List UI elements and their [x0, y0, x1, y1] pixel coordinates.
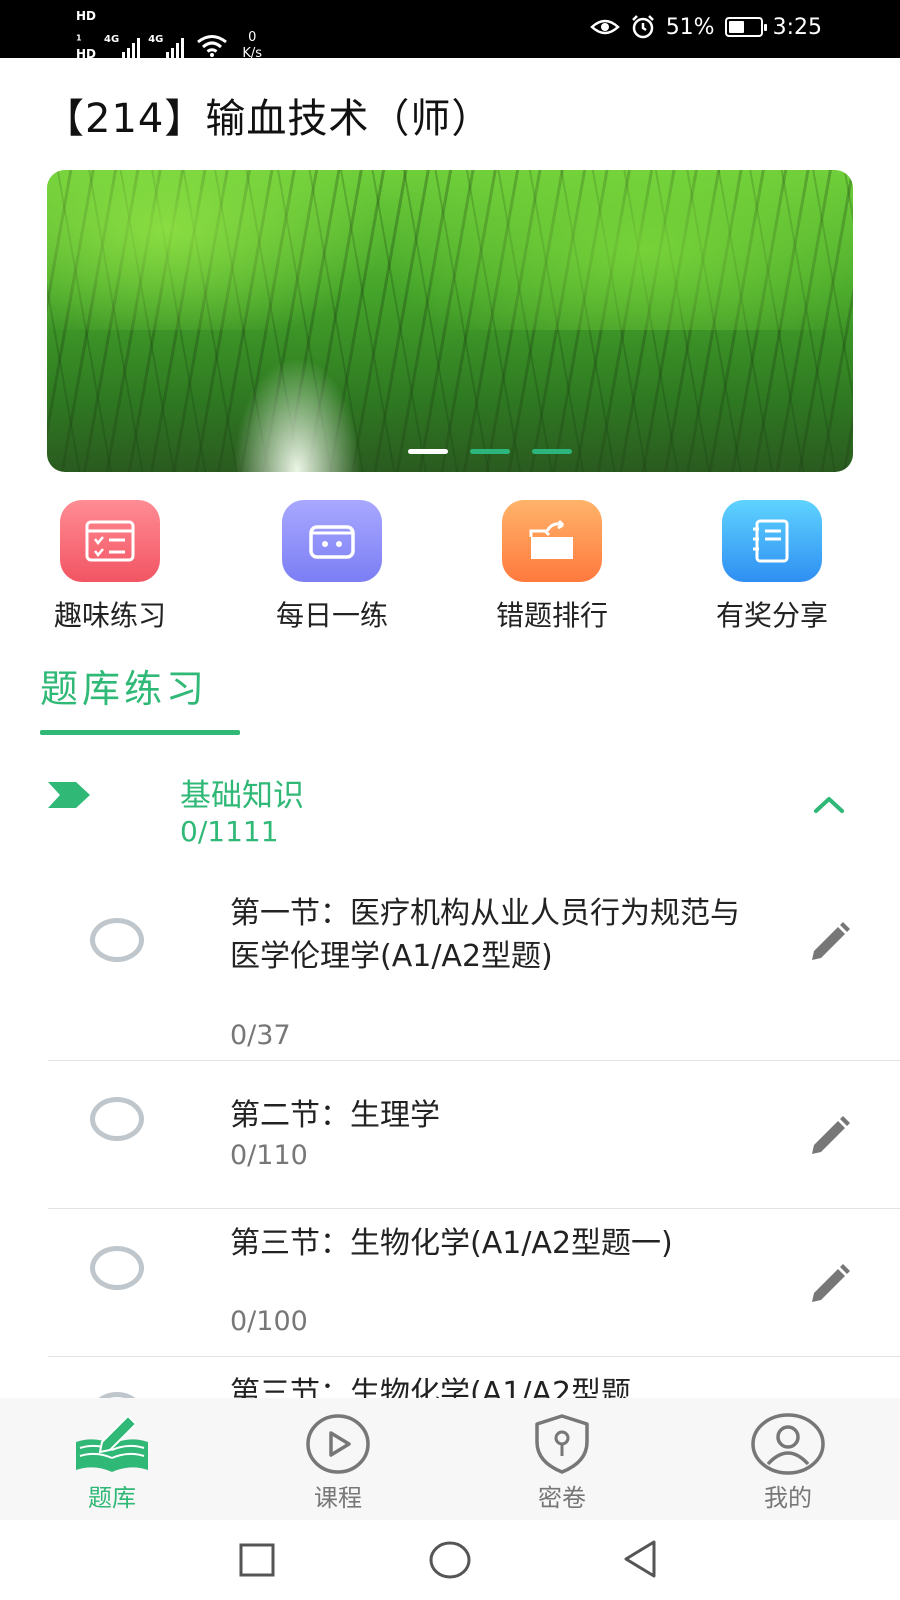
- hd1-label: HD: [76, 9, 97, 23]
- banner-image: [47, 170, 853, 330]
- question-bank-icon: [52, 1412, 172, 1476]
- quick-actions: 趣味练习 每日一练 错题排行 有奖分享: [0, 500, 900, 640]
- quick-action-label: 每日一练: [275, 599, 388, 632]
- tab-question-bank[interactable]: 题库练习: [40, 658, 208, 713]
- quick-action-label: 错题排行: [495, 599, 608, 632]
- quick-action-reward-share[interactable]: 有奖分享: [692, 500, 852, 634]
- bottom-navigation: 题库 课程 密卷 我的: [0, 1398, 900, 1520]
- folder-share-icon: [502, 500, 602, 582]
- battery-fill: [728, 21, 744, 33]
- speed-unit: K/s: [242, 46, 263, 62]
- section-name: 第三节：生物化学(A1/A2型题一): [230, 1226, 673, 1261]
- quick-action-wrong-ranking[interactable]: 错题排行: [472, 500, 632, 634]
- user-circle-icon: [728, 1412, 848, 1476]
- nav-question-bank[interactable]: 题库: [52, 1412, 172, 1513]
- nav-profile[interactable]: 我的: [728, 1412, 848, 1513]
- battery-icon: [724, 17, 767, 37]
- pencil-icon[interactable]: [806, 1262, 852, 1308]
- system-navigation-bar: [0, 1520, 900, 1600]
- status-bar-right: 51% 3:25: [589, 14, 822, 40]
- carousel-dot[interactable]: [532, 449, 572, 454]
- section-count: 0/100: [230, 1306, 308, 1337]
- battery-percent: 51%: [665, 14, 715, 40]
- page-title: 【214】输血技术（师）: [44, 96, 493, 142]
- back-icon[interactable]: [620, 1538, 660, 1580]
- recent-apps-icon[interactable]: [238, 1542, 276, 1578]
- pencil-icon[interactable]: [806, 1114, 852, 1160]
- quiz-list-icon: [60, 500, 160, 582]
- nav-label: 我的: [764, 1484, 812, 1512]
- category-count: 0/1111: [180, 815, 279, 848]
- quick-action-fun-practice[interactable]: 趣味练习: [30, 500, 190, 634]
- nav-secret-papers[interactable]: 密卷: [502, 1412, 622, 1513]
- section-count: 0/37: [230, 1020, 291, 1051]
- divider: [48, 1356, 900, 1357]
- wifi-icon: [197, 35, 228, 58]
- eye-icon: [589, 19, 620, 35]
- carousel-dot[interactable]: [408, 449, 448, 454]
- speed-value: 0: [248, 30, 257, 46]
- nav-label: 密卷: [538, 1484, 586, 1512]
- status-bar-left: HD 1 HD 2 4G 4G 0 K/s: [76, 8, 262, 85]
- quick-action-label: 趣味练习: [53, 599, 166, 632]
- carousel-dot[interactable]: [470, 449, 510, 454]
- divider: [48, 1208, 900, 1209]
- net2-label: 4G: [148, 34, 164, 46]
- hd2-label: HD: [76, 47, 97, 62]
- signal-2-icon: 4G: [148, 34, 185, 59]
- category-title[interactable]: 基础知识: [180, 770, 304, 815]
- hd1-sub: 1: [76, 33, 82, 43]
- notebook-icon: [722, 500, 822, 582]
- net1-label: 4G: [104, 34, 120, 46]
- nav-label: 课程: [314, 1484, 362, 1512]
- tab-underline: [40, 730, 240, 735]
- banner-carousel[interactable]: [47, 170, 853, 472]
- progress-radio[interactable]: [90, 1097, 144, 1141]
- section-count: 0/110: [230, 1140, 308, 1171]
- pencil-icon[interactable]: [806, 920, 852, 966]
- progress-radio[interactable]: [90, 918, 144, 962]
- progress-radio[interactable]: [90, 1246, 144, 1290]
- status-bar: HD 1 HD 2 4G 4G 0 K/s 51% 3:25: [0, 0, 900, 81]
- alarm-icon: [631, 15, 654, 39]
- play-circle-icon: [278, 1412, 398, 1476]
- section-name: 第一节：医疗机构从业人员行为规范与医学伦理学(A1/A2型题): [230, 896, 740, 974]
- divider: [48, 1060, 900, 1061]
- nav-label: 题库: [88, 1484, 136, 1512]
- quick-action-label: 有奖分享: [715, 599, 828, 632]
- signal-1-icon: 4G: [104, 34, 141, 59]
- carousel-indicator: [47, 449, 853, 454]
- category-flag-icon: [48, 782, 90, 808]
- section-name: 第二节：生理学: [230, 1098, 440, 1133]
- calendar-box-icon: [282, 500, 382, 582]
- network-speed: 0 K/s: [242, 30, 262, 62]
- hd-voice-indicator: HD 1 HD 2: [76, 8, 96, 85]
- hd2-sub: 2: [76, 71, 82, 81]
- clock: 3:25: [772, 14, 822, 40]
- chevron-up-icon[interactable]: [812, 795, 846, 815]
- quick-action-daily-practice[interactable]: 每日一练: [252, 500, 412, 634]
- home-icon[interactable]: [428, 1540, 472, 1580]
- nav-courses[interactable]: 课程: [278, 1412, 398, 1513]
- shield-key-icon: [502, 1412, 622, 1476]
